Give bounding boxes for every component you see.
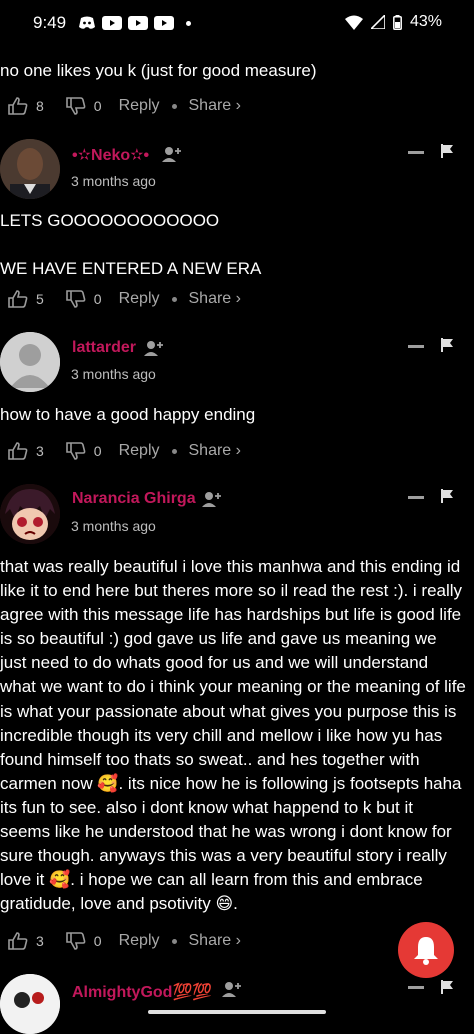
comment-actions: 3 0 Reply Share › — [8, 440, 241, 462]
comment-actions: 5 0 Reply Share › — [8, 288, 241, 310]
like-icon[interactable] — [8, 932, 28, 950]
like-count: 5 — [36, 291, 44, 307]
avatar[interactable] — [0, 484, 60, 544]
separator-dot — [171, 448, 177, 454]
collapse-button[interactable] — [408, 986, 424, 989]
like-icon[interactable] — [8, 442, 28, 460]
bell-icon — [414, 937, 438, 965]
dislike-count: 0 — [93, 443, 102, 459]
youtube-icon — [102, 16, 122, 30]
like-icon[interactable] — [8, 290, 28, 308]
status-time: 9:49 — [33, 13, 67, 32]
separator-dot — [171, 103, 177, 109]
signal-icon — [370, 15, 385, 29]
dislike-icon[interactable] — [65, 932, 86, 950]
battery-icon — [393, 14, 402, 30]
reply-button[interactable]: Reply — [119, 932, 160, 950]
share-button[interactable]: Share › — [189, 97, 241, 115]
comment-text: that was really beautiful i love this ma… — [0, 557, 471, 914]
wifi-icon — [344, 15, 363, 30]
add-friend-icon[interactable] — [222, 980, 242, 998]
dislike-count: 0 — [93, 98, 102, 114]
flag-icon[interactable] — [440, 144, 454, 158]
dislike-count: 0 — [93, 933, 102, 949]
comment-text: no one likes you k (just for good measur… — [0, 61, 317, 80]
comment-text: LETS GOOOOOOOOOOOO WE HAVE ENTERED A NEW… — [0, 211, 262, 279]
status-bar: 9:49 43% — [0, 0, 474, 46]
add-friend-icon[interactable] — [202, 490, 222, 508]
flag-icon[interactable] — [440, 980, 454, 994]
notification-bell-button[interactable] — [398, 922, 454, 978]
flag-icon[interactable] — [440, 489, 454, 503]
share-button[interactable]: Share › — [189, 290, 241, 308]
reply-button[interactable]: Reply — [119, 442, 160, 460]
reply-button[interactable]: Reply — [119, 290, 160, 308]
username[interactable]: •✫Neko✫• — [72, 145, 149, 165]
separator-dot — [171, 296, 177, 302]
reply-button[interactable]: Reply — [119, 97, 160, 115]
dislike-icon[interactable] — [65, 97, 86, 115]
timestamp: 3 months ago — [71, 518, 156, 534]
youtube-icon — [154, 16, 174, 30]
comment-actions: 3 0 Reply Share › — [8, 930, 241, 952]
like-count: 3 — [36, 443, 44, 459]
share-button[interactable]: Share › — [189, 932, 241, 950]
username[interactable]: lattarder — [72, 339, 136, 357]
timestamp: 3 months ago — [71, 173, 156, 189]
collapse-button[interactable] — [408, 151, 424, 154]
share-button[interactable]: Share › — [189, 442, 241, 460]
dislike-icon[interactable] — [65, 290, 86, 308]
dislike-icon[interactable] — [65, 442, 86, 460]
discord-icon — [79, 16, 95, 29]
comment-text: how to have a good happy ending — [0, 405, 256, 424]
username[interactable]: Narancia Ghirga — [72, 490, 196, 508]
dislike-count: 0 — [93, 291, 102, 307]
add-friend-icon[interactable] — [162, 145, 182, 163]
like-icon[interactable] — [8, 97, 28, 115]
avatar[interactable] — [0, 974, 60, 1034]
avatar[interactable] — [0, 332, 60, 392]
collapse-button[interactable] — [408, 496, 424, 499]
username[interactable]: AlmightyGod💯💯 — [72, 982, 212, 1002]
timestamp: 3 months ago — [71, 366, 156, 382]
add-friend-icon[interactable] — [144, 339, 164, 357]
separator-dot — [171, 938, 177, 944]
more-notifications-dot — [186, 20, 191, 26]
youtube-icon — [128, 16, 148, 30]
avatar[interactable] — [0, 139, 60, 199]
battery-percent: 43% — [409, 13, 442, 30]
flag-icon[interactable] — [440, 338, 454, 352]
like-count: 8 — [36, 98, 44, 114]
collapse-button[interactable] — [408, 345, 424, 348]
like-count: 3 — [36, 933, 44, 949]
system-icons: 43% — [344, 13, 442, 31]
notification-icons — [78, 16, 191, 30]
home-indicator[interactable] — [148, 1010, 326, 1014]
comment-actions: 8 0 Reply Share › — [8, 95, 241, 117]
